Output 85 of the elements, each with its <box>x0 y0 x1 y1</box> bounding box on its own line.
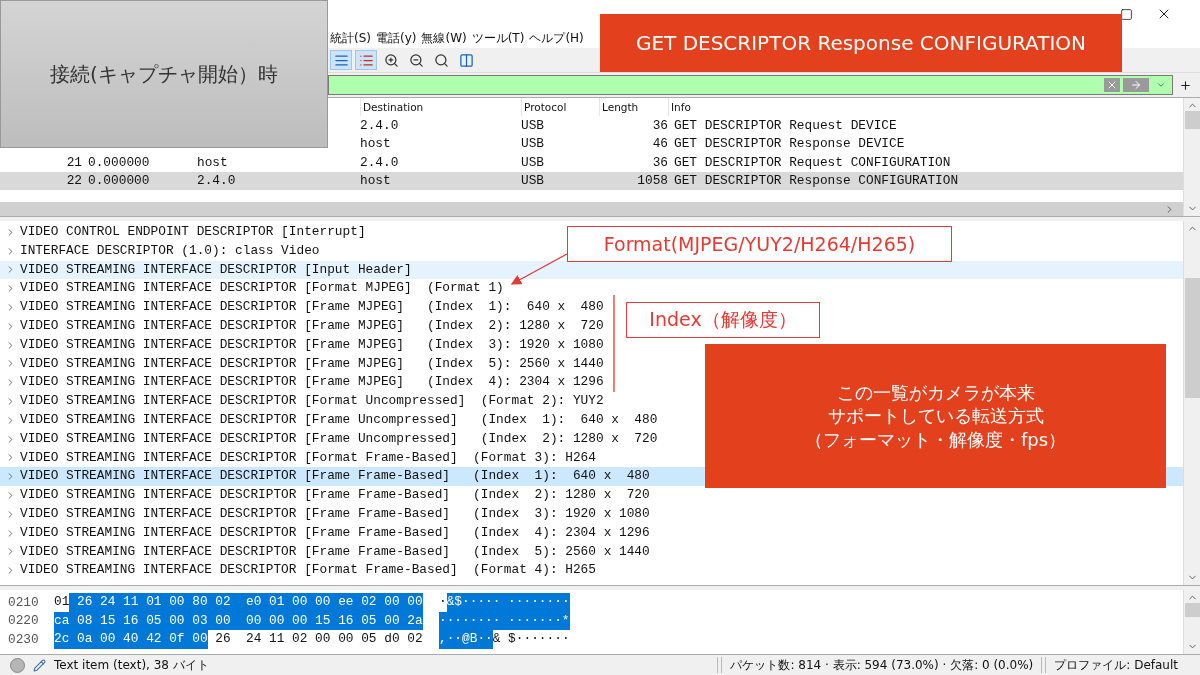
table-cell-text: 0.000000 <box>88 173 151 189</box>
table-cell-text: host <box>360 173 392 189</box>
scrollbar[interactable] <box>1183 590 1200 654</box>
tree-item[interactable]: INTERFACE DESCRIPTOR (1.0): class Video <box>20 241 320 261</box>
hex-offset: 0220 <box>7 613 40 629</box>
tree-item[interactable]: VIDEO STREAMING INTERFACE DESCRIPTOR [Format MJPEG] (Format 1) <box>20 279 504 299</box>
filter-field[interactable] <box>328 75 1173 95</box>
maximize-icon[interactable] <box>1119 7 1133 21</box>
tree-item[interactable]: VIDEO STREAMING INTERFACE DESCRIPTOR [Format Frame-Based] (Format 4): H265 <box>20 561 596 581</box>
hex-bytes: 2c 0a 00 40 42 0f 00 <box>54 630 208 649</box>
hex-offset: 0210 <box>7 594 40 610</box>
table-cell-text: GET DESCRIPTOR Request CONFIGURATION <box>673 154 952 170</box>
menu-item[interactable]: 統計(S) <box>330 29 371 47</box>
tree-item[interactable]: VIDEO STREAMING INTERFACE DESCRIPTOR [Frame MJPEG] (Index 4): 2304 x 1296 <box>20 373 604 393</box>
tree-item[interactable]: VIDEO CONTROL ENDPOINT DESCRIPTOR [Interrupt] <box>20 223 366 242</box>
scrollbar[interactable] <box>0 202 1183 216</box>
tree-item[interactable]: VIDEO STREAMING INTERFACE DESCRIPTOR [Format Uncompressed] (Format 2): YUY2 <box>20 392 604 411</box>
table-cell-text: 0.000000 <box>88 154 151 170</box>
status-icon[interactable] <box>10 657 25 673</box>
tree-item[interactable]: VIDEO STREAMING INTERFACE DESCRIPTOR [Frame Uncompressed] (Index 2): 1280 x 720 <box>20 429 658 449</box>
table-cell-text: 46 <box>651 136 668 152</box>
tree-item[interactable]: VIDEO STREAMING INTERFACE DESCRIPTOR [Frame MJPEG] (Index 1): 640 x 480 <box>20 298 604 317</box>
hex-bytes: 26 24 11 02 00 00 05 d0 02 <box>214 630 423 648</box>
scroll-thumb[interactable] <box>1184 603 1200 617</box>
table-cell-text: host <box>360 136 392 152</box>
tree-item[interactable]: VIDEO STREAMING INTERFACE DESCRIPTOR [Frame Frame-Based] (Index 3): 1920 x 1080 <box>20 504 650 524</box>
table-cell-text: 36 <box>651 117 668 133</box>
hex-bytes: 26 24 11 01 00 80 02 e0 01 00 00 ee 02 00 00 <box>69 593 423 612</box>
tree-item[interactable]: VIDEO STREAMING INTERFACE DESCRIPTOR [Frame Uncompressed] (Index 1): 640 x 480 <box>20 410 658 430</box>
apply-button[interactable] <box>1123 78 1149 92</box>
tree-item[interactable]: VIDEO STREAMING INTERFACE DESCRIPTOR [Frame Frame-Based] (Index 5): 2560 x 1440 <box>20 542 650 562</box>
table-cell-text: GET DESCRIPTOR Request DEVICE <box>673 117 898 133</box>
scroll-thumb[interactable] <box>1184 277 1200 398</box>
mode-label: 接続(キャプチャ開始）時 <box>0 0 328 148</box>
list-icon[interactable] <box>330 50 352 70</box>
tree-item[interactable]: VIDEO STREAMING INTERFACE DESCRIPTOR [Frame Frame-Based] (Index 2): 1280 x 720 <box>20 486 650 505</box>
table-cell-text: USB <box>521 117 546 133</box>
column-header[interactable]: Protocol <box>521 98 599 116</box>
table-cell-text: USB <box>521 154 546 170</box>
table-cell-text: 2.4.0 <box>360 154 400 170</box>
tree-item[interactable]: VIDEO STREAMING INTERFACE DESCRIPTOR [Frame MJPEG] (Index 3): 1920 x 1080 <box>20 335 604 355</box>
menu-item[interactable]: ツール(T) <box>471 29 525 47</box>
arrow-right-icon[interactable] <box>1130 79 1142 91</box>
menu-item[interactable]: 無線(W) <box>421 29 467 47</box>
tree-item[interactable]: VIDEO STREAMING INTERFACE DESCRIPTOR [Frame MJPEG] (Index 5): 2560 x 1440 <box>20 354 604 374</box>
table-cell-text: GET DESCRIPTOR Response DEVICE <box>673 136 906 152</box>
profile-label[interactable]: プロファイル: Default <box>1054 656 1200 674</box>
edit-icon[interactable] <box>33 658 46 672</box>
menu-item[interactable]: 電話(y) <box>376 29 417 47</box>
column-header[interactable]: Length <box>599 98 668 116</box>
table-cell-text: GET DESCRIPTOR Response CONFIGURATION <box>673 173 960 189</box>
table-cell-text: USB <box>521 173 546 189</box>
arrow <box>510 253 568 285</box>
scrollbar[interactable] <box>1183 221 1200 585</box>
tree-item[interactable]: VIDEO STREAMING INTERFACE DESCRIPTOR [Frame MJPEG] (Index 2): 1280 x 720 <box>20 317 604 336</box>
summary-callout: この一覧がカメラが本来 サポートしている転送方式 （フォーマット・解像度・fps） <box>705 344 1166 488</box>
ascii-text: ,··@B·· <box>439 630 493 649</box>
ascii-text: &$····· ········ <box>446 593 570 612</box>
hex-bytes: ca 08 15 16 05 00 03 00 00 00 00 15 16 05 00 2a <box>54 611 423 630</box>
table-cell-text: 22 <box>65 173 82 189</box>
table-cell-text: 2.4.0 <box>360 117 400 133</box>
table-cell-text: 1058 <box>636 173 668 189</box>
index-callout: Index（解像度） <box>626 302 820 338</box>
ascii-text: & $······· <box>492 630 570 648</box>
tree-item[interactable]: VIDEO STREAMING INTERFACE DESCRIPTOR [Format Frame-Based] (Format 3): H264 <box>20 448 596 468</box>
status-text: Text item (text), 38 バイト <box>54 656 209 674</box>
table-cell-text: 36 <box>651 154 668 170</box>
hex-bytes: 01 <box>54 593 70 611</box>
table-cell-text: USB <box>521 136 546 152</box>
plus-icon[interactable] <box>1179 78 1192 92</box>
caret-down-icon[interactable] <box>1156 80 1166 90</box>
ascii-text: ········ ·······* <box>439 611 570 630</box>
packet-count: パケット数: 814 · 表示: 594 (73.0%) · 欠落: 0 (0.0%) <box>730 656 1034 674</box>
column-header[interactable]: Destination <box>360 98 521 116</box>
menu-item[interactable]: ヘルプ(H) <box>529 29 584 47</box>
hex-offset: 0230 <box>7 631 40 647</box>
table-cell-text: 21 <box>65 154 82 170</box>
scroll-thumb[interactable] <box>1184 111 1200 129</box>
format-callout: Format(MJPEG/YUY2/H264/H265) <box>567 226 952 262</box>
ascii-text: · <box>439 593 447 611</box>
scrollbar[interactable] <box>1183 98 1200 216</box>
banner: GET DESCRIPTOR Response CONFIGURATION <box>600 14 1122 72</box>
tree-item[interactable]: VIDEO STREAMING INTERFACE DESCRIPTOR [Frame Frame-Based] (Index 4): 2304 x 1296 <box>20 523 650 543</box>
table-cell-text: host <box>197 154 229 170</box>
table-cell-text: 2.4.0 <box>197 173 237 189</box>
